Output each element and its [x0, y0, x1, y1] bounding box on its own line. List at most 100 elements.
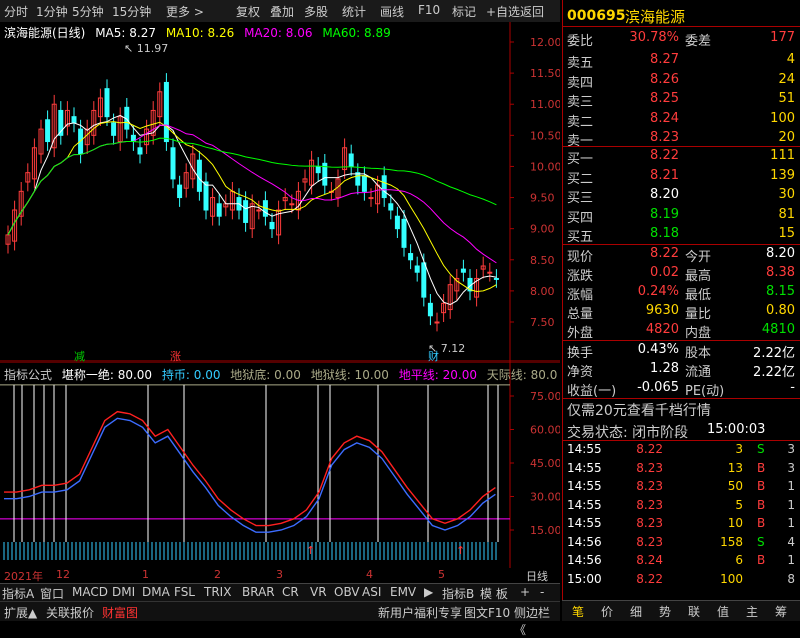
toolbar-11[interactable]: 标记	[452, 3, 476, 20]
bottom-bar-5[interactable]: 侧边栏《	[514, 604, 560, 638]
tab-4[interactable]: DMA	[142, 585, 170, 599]
candle-body	[434, 321, 440, 324]
right-tab-2[interactable]: 细	[630, 603, 642, 620]
right-tab-6[interactable]: 主	[746, 603, 758, 620]
tick-price: 8.23	[636, 497, 663, 512]
candle-body	[170, 147, 176, 180]
buy-vol: 15	[778, 226, 795, 241]
price-tick: 9.50	[530, 192, 555, 205]
tick-vol: 13	[727, 460, 743, 475]
bottom-bar-2[interactable]: 财富图	[102, 604, 138, 621]
tick-side: B	[757, 479, 766, 493]
buy-label: 买五	[567, 230, 594, 245]
right-tab-4[interactable]: 联	[688, 603, 700, 620]
tab-10[interactable]: OBV	[334, 585, 360, 599]
bottom-bar-0[interactable]: 扩展▲	[4, 604, 37, 621]
candle-body	[487, 271, 493, 274]
tick-count: 4	[787, 534, 795, 549]
tab-11[interactable]: ASI	[362, 585, 381, 599]
indicator-tick: 45.00	[530, 457, 560, 470]
tick-time: 14:56	[567, 534, 602, 549]
candle-body	[45, 119, 51, 143]
right-tab-1[interactable]: 价	[601, 603, 613, 620]
tick-side: S	[757, 534, 765, 549]
tab-13[interactable]: ▶	[424, 585, 433, 599]
toolbar-8[interactable]: 统计	[342, 3, 366, 20]
date-tick-0: 2021年	[4, 570, 43, 583]
tab-17[interactable]: -	[540, 585, 544, 599]
candle-body	[381, 175, 387, 199]
value: 4820	[645, 322, 679, 337]
zhang-marker: 涨	[170, 350, 181, 362]
right-tab-7[interactable]: 筹	[775, 603, 787, 620]
candle-body	[289, 203, 295, 206]
tab-12[interactable]: EMV	[390, 585, 416, 599]
buy-label: 买二	[567, 171, 594, 187]
sell-label: 卖四	[567, 75, 594, 91]
toolbar-6[interactable]: 叠加	[270, 3, 294, 20]
tab-14[interactable]: 指标B	[442, 585, 474, 602]
toolbar-2[interactable]: 5分钟	[72, 3, 104, 20]
indicator-chart[interactable]: 75.00 60.00 45.00 30.00 15.00 ↑ ↑	[0, 362, 560, 568]
right-tab-0[interactable]: 笔	[572, 603, 584, 620]
label: 涨跌	[567, 269, 594, 284]
date-tick-4: 3	[276, 568, 283, 581]
tab-9[interactable]: VR	[310, 585, 327, 599]
price-tick: 12.00	[530, 36, 560, 49]
tab-8[interactable]: CR	[282, 585, 299, 599]
tick-vol: 6	[735, 553, 743, 567]
indicator-tabs: 指标A 窗口 MACD DMI DMA FSL TRIX BRAR CR VR OBV ASI EMV ▶…	[0, 583, 560, 602]
buy-price: 8.20	[650, 187, 679, 202]
tick-time: 14:56	[567, 553, 602, 567]
tab-3[interactable]: DMI	[112, 585, 135, 599]
tick-count: 1	[787, 497, 795, 512]
label: 今开	[685, 250, 712, 265]
value: 4810	[761, 322, 795, 337]
tab-7[interactable]: BRAR	[242, 585, 275, 599]
buy-vol: 81	[778, 206, 795, 222]
tab-2[interactable]: MACD	[72, 585, 108, 599]
price-tick: 10.50	[530, 129, 560, 142]
bottom-bar-3[interactable]: 新用户福利专享	[378, 604, 462, 621]
bottom-bar: 扩展▲ 关联报价 财富图 新用户福利专享 图文F10 侧边栏《	[0, 601, 560, 637]
tick-vol: 5	[735, 497, 743, 512]
toolbar-13[interactable]: 返回	[520, 3, 544, 20]
toolbar-7[interactable]: 多股	[304, 3, 328, 20]
stock-name: 滨海能源	[625, 8, 686, 26]
kline-chart[interactable]: 12.00 11.50 11.00 10.50 10.00 9.50 9.00 8.50 8.0…	[0, 22, 560, 362]
sell-price: 8.26	[650, 71, 679, 87]
panel-divider	[563, 340, 800, 341]
toolbar-5[interactable]: 复权	[236, 3, 260, 20]
right-tab-5[interactable]: 值	[717, 603, 729, 620]
toolbar-1[interactable]: 1分钟	[36, 3, 68, 20]
date-axis-right[interactable]: 日线	[526, 568, 548, 584]
sell-vol: 51	[778, 91, 795, 106]
panel-divider	[563, 26, 800, 27]
indicator-name[interactable]: 指标公式	[4, 368, 52, 382]
buy-price: 8.18	[650, 226, 679, 241]
toolbar-0[interactable]: 分时	[4, 3, 28, 20]
tab-6[interactable]: TRIX	[204, 585, 231, 599]
right-tab-3[interactable]: 势	[659, 603, 671, 620]
tab-15[interactable]: 模 板	[480, 585, 508, 602]
tick-count: 3	[787, 442, 795, 456]
tab-5[interactable]: FSL	[174, 585, 195, 599]
weicha-value: 177	[770, 30, 795, 45]
candle-body	[137, 147, 143, 155]
toolbar-10[interactable]: F10	[418, 3, 440, 17]
toolbar-12[interactable]: +自选	[486, 3, 520, 20]
toolbar-9[interactable]: 画线	[380, 3, 404, 20]
bottom-bar-1[interactable]: 关联报价	[46, 604, 94, 621]
tab-1[interactable]: 窗口	[40, 585, 64, 602]
promo-link[interactable]: 仅需20元查看千档行情	[567, 400, 711, 420]
toolbar-4[interactable]: 更多 >	[166, 3, 204, 20]
tab-16[interactable]: +	[520, 585, 530, 599]
tick-price: 8.24	[636, 553, 663, 567]
tab-0[interactable]: 指标A	[2, 585, 34, 602]
bottom-bar-4[interactable]: 图文F10	[464, 604, 510, 621]
label: 股本	[685, 346, 712, 361]
ma60-label: MA60: 8.89	[322, 26, 391, 40]
toolbar-3[interactable]: 15分钟	[112, 3, 151, 20]
candle-body	[111, 122, 117, 136]
date-tick-1: 12	[56, 568, 70, 581]
